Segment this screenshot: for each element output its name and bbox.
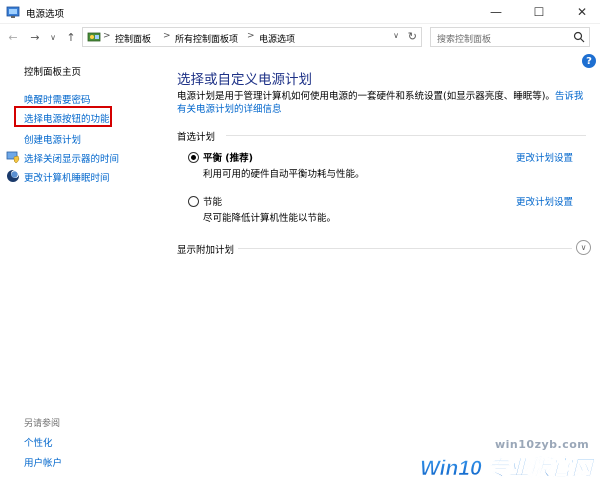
chevron-down-icon: ∨ (50, 32, 56, 42)
plan-balanced-radio[interactable] (188, 152, 199, 163)
section-divider (226, 135, 586, 136)
minimize-button[interactable]: — (476, 0, 516, 24)
help-icon: ? (586, 55, 592, 67)
plan-balanced-change-link[interactable]: 更改计划设置 (516, 150, 573, 164)
sidebar-item-wake-password[interactable]: 唤醒时需要密码 (24, 92, 91, 106)
close-icon: ✕ (576, 5, 588, 19)
page-title: 选择或自定义电源计划 (177, 72, 312, 88)
sidebar-item-home[interactable]: 控制面板主页 (24, 64, 81, 78)
see-also-user-accounts[interactable]: 用户帐户 (24, 455, 62, 469)
sidebar-item-display-off[interactable]: 选择关闭显示器的时间 (24, 151, 119, 165)
recent-locations-button[interactable]: ∨ (44, 28, 62, 46)
see-also-title: 另请参阅 (24, 419, 61, 429)
close-button[interactable]: ✕ (562, 0, 600, 24)
see-also-personalization[interactable]: 个性化 (24, 435, 53, 449)
search-input[interactable]: 搜索控制面板 (437, 32, 491, 45)
plan-balanced-name[interactable]: 平衡 (推荐) (203, 150, 253, 164)
power-options-icon (6, 6, 20, 18)
plan-powersaver-name[interactable]: 节能 (203, 194, 222, 208)
watermark-logo: Win10 专业版官网 (420, 456, 596, 480)
address-dropdown-icon[interactable]: ∨ (393, 31, 399, 40)
arrow-up-icon: ↑ (66, 30, 76, 44)
breadcrumb-separator: > (247, 31, 255, 41)
control-panel-icon (87, 32, 101, 42)
maximize-icon: ☐ (533, 5, 545, 19)
breadcrumb-control-panel[interactable]: 控制面板 (115, 32, 151, 45)
monitor-shield-icon (6, 151, 20, 164)
section-divider (238, 248, 572, 249)
plan-powersaver-radio[interactable] (188, 196, 199, 207)
search-icon (573, 31, 585, 43)
arrow-right-icon: → (30, 30, 40, 44)
expand-button[interactable]: ∨ (576, 240, 591, 255)
breadcrumb-power-options[interactable]: 电源选项 (259, 32, 295, 45)
navigation-bar: ← → ∨ ↑ > 控制面板 > 所有控制面板项 > 电源选项 ∨ ↻ 搜索控制… (0, 24, 600, 50)
sidebar-item-sleep-time[interactable]: 更改计算机睡眠时间 (24, 170, 110, 184)
forward-button[interactable]: → (26, 28, 44, 46)
show-additional-plans-label[interactable]: 显示附加计划 (177, 242, 234, 256)
minimize-icon: — (490, 5, 502, 19)
plan-powersaver-change-link[interactable]: 更改计划设置 (516, 194, 573, 208)
chevron-down-icon: ∨ (580, 243, 587, 252)
preferred-plans-label: 首选计划 (177, 132, 216, 143)
breadcrumb-all-items[interactable]: 所有控制面板项 (175, 32, 238, 45)
up-button[interactable]: ↑ (62, 28, 80, 46)
breadcrumb-separator: > (103, 31, 111, 41)
window-title: 电源选项 (26, 9, 65, 20)
refresh-icon[interactable]: ↻ (408, 30, 417, 43)
address-bar[interactable]: > 控制面板 > 所有控制面板项 > 电源选项 ∨ ↻ (82, 27, 422, 47)
help-button[interactable]: ? (582, 54, 596, 68)
plan-powersaver-desc: 尽可能降低计算机性能以节能。 (203, 213, 337, 224)
breadcrumb-separator: > (163, 31, 171, 41)
sidebar-item-create-plan[interactable]: 创建电源计划 (24, 132, 81, 146)
description-text: 电源计划是用于管理计算机如何使用电源的一套硬件和系统设置(如显示器亮度、睡眠等)… (177, 91, 555, 102)
title-bar: 电源选项 — ☐ ✕ (0, 0, 600, 24)
plan-balanced-desc: 利用可用的硬件自动平衡功耗与性能。 (203, 169, 365, 180)
watermark-url: win10zyb.com (495, 438, 590, 451)
watermark-logo-text: Win10 专业版官网 (420, 456, 595, 480)
page-description: 电源计划是用于管理计算机如何使用电源的一套硬件和系统设置(如显示器亮度、睡眠等)… (177, 90, 587, 116)
highlight-box (14, 106, 112, 127)
search-box[interactable]: 搜索控制面板 (430, 27, 590, 47)
sleep-moon-icon (7, 170, 19, 182)
arrow-left-icon: ← (8, 30, 18, 44)
back-button[interactable]: ← (4, 28, 22, 46)
maximize-button[interactable]: ☐ (519, 0, 559, 24)
